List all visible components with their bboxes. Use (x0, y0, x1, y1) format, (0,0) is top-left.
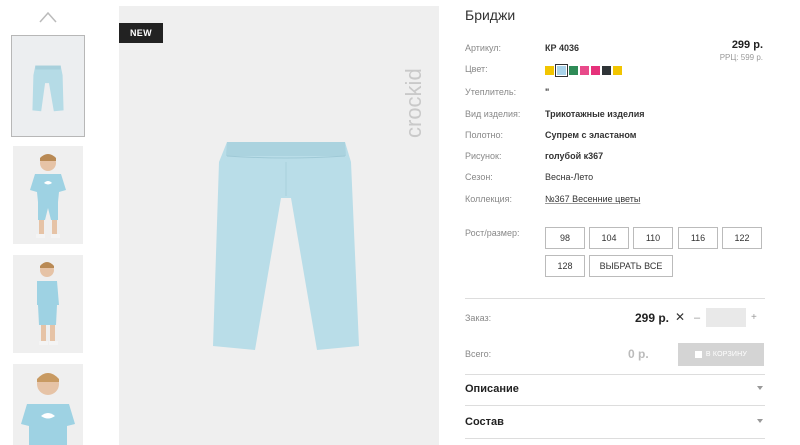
size-button-110[interactable]: 110 (633, 227, 673, 249)
divider (465, 298, 765, 299)
multiply-icon: ✕ (675, 310, 686, 324)
color-swatch[interactable] (545, 66, 554, 75)
attr-label: Утеплитель: (465, 87, 517, 97)
attr-label: Коллекция: (465, 194, 513, 204)
thumbnail-product[interactable] (9, 33, 87, 139)
add-to-cart-label: В КОРЗИНУ (705, 351, 748, 358)
attr-label: Сезон: (465, 172, 493, 182)
color-swatch[interactable] (591, 66, 600, 75)
select-all-sizes-button[interactable]: ВЫБРАТЬ ВСЕ (589, 255, 673, 277)
collection-link[interactable]: №367 Весенние цветы (545, 194, 640, 204)
cart-icon (694, 351, 702, 358)
attr-row-season: Сезон: Весна-Лето (465, 172, 765, 188)
product-title: Бриджи (465, 7, 516, 23)
divider (465, 405, 765, 406)
attr-label: Полотно: (465, 130, 504, 140)
thumbnail-model-image (13, 146, 83, 244)
attr-row-insulation: Утеплитель: " (465, 87, 765, 103)
attr-value: Супрем с эластаном (545, 130, 637, 140)
color-swatch[interactable] (613, 66, 622, 75)
thumbnail-model-front[interactable] (13, 146, 83, 244)
accordion-composition[interactable]: Состав (465, 416, 765, 436)
color-swatch-selected[interactable] (555, 64, 568, 77)
attr-value: КР 4036 (545, 43, 580, 53)
thumbnail-gallery (9, 0, 87, 445)
order-price: 299 р. (635, 311, 670, 325)
main-product-image[interactable]: NEW crockid (119, 6, 439, 445)
sizes-label: Рост/размер: (465, 228, 520, 238)
product-info: Бриджи 299 р. РРЦ: 599 р. Артикул: КР 40… (465, 0, 765, 445)
chevron-up-icon[interactable] (38, 10, 58, 24)
add-to-cart-button[interactable]: В КОРЗИНУ (678, 343, 764, 366)
chevron-down-icon (757, 386, 763, 390)
total-label: Всего: (465, 349, 492, 359)
attr-label: Цвет: (465, 64, 488, 74)
attr-value: Весна-Лето (545, 172, 594, 182)
thumbnail-model-side[interactable] (13, 255, 83, 353)
size-button-122[interactable]: 122 (722, 227, 762, 249)
color-swatches (545, 64, 622, 77)
size-button-98[interactable]: 98 (545, 227, 585, 249)
order-label: Заказ: (465, 313, 492, 323)
new-badge: NEW (119, 23, 163, 43)
chevron-down-icon (757, 419, 763, 423)
brand-logo-text: crockid (401, 68, 426, 138)
attr-row-type: Вид изделия: Трикотажные изделия (465, 109, 765, 125)
size-button-104[interactable]: 104 (589, 227, 629, 249)
divider (465, 438, 765, 439)
attr-value: Трикотажные изделия (545, 109, 645, 119)
attr-row-article: Артикул: КР 4036 (465, 43, 765, 59)
attr-row-collection: Коллекция: №367 Весенние цветы (465, 194, 765, 210)
thumbnail-model-image (13, 255, 83, 353)
attr-label: Рисунок: (465, 151, 502, 161)
attr-value: " (545, 87, 550, 97)
quantity-input[interactable] (706, 308, 746, 327)
thumbnail-model-closeup[interactable] (13, 364, 83, 445)
size-button-128[interactable]: 128 (545, 255, 585, 277)
brand-logo: crockid (401, 68, 426, 138)
attr-value: голубой к367 (545, 151, 604, 161)
total-value: 0 р. (628, 347, 649, 361)
attr-row-pattern: Рисунок: голубой к367 (465, 151, 765, 167)
color-swatch[interactable] (580, 66, 589, 75)
thumbnail-pants-image (12, 36, 84, 136)
color-swatch[interactable] (602, 66, 611, 75)
pants-image (213, 142, 359, 350)
attr-label: Вид изделия: (465, 109, 521, 119)
size-button-116[interactable]: 116 (678, 227, 718, 249)
quantity-minus-button[interactable]: – (694, 312, 700, 324)
attr-row-fabric: Полотно: Супрем с эластаном (465, 130, 765, 146)
color-swatch[interactable] (569, 66, 578, 75)
quantity-plus-button[interactable]: + (751, 312, 757, 323)
attr-label: Артикул: (465, 43, 502, 53)
accordion-title: Состав (465, 416, 504, 428)
accordion-description[interactable]: Описание (465, 383, 765, 403)
divider (465, 374, 765, 375)
accordion-title: Описание (465, 383, 519, 395)
thumbnail-model-image (13, 364, 83, 445)
